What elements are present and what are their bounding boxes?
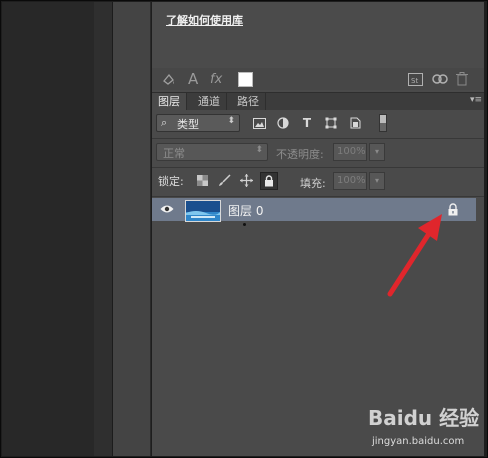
opacity-value: 100% — [337, 146, 366, 157]
panel-menu-icon[interactable]: ▾≡ — [470, 95, 482, 105]
smart-object-filter-icon[interactable] — [348, 116, 362, 130]
tab-layers[interactable]: 图层 — [152, 93, 187, 110]
tab-paths[interactable]: 路径 — [231, 93, 266, 110]
filter-type-value: 类型 — [177, 118, 199, 131]
updown-arrow-icon: ⬍ — [255, 145, 263, 155]
trash-icon[interactable] — [456, 71, 468, 87]
libraries-toolbar: A fx St — [152, 68, 484, 90]
filter-toggle-switch[interactable] — [379, 114, 387, 132]
divider — [152, 196, 484, 197]
blend-row: 正常 ⬍ 不透明度: 100% ▾ — [152, 139, 484, 167]
search-icon: ⌕ — [161, 116, 168, 129]
watermark-brand: Baidu 经验 — [368, 406, 480, 430]
shape-filter-icon[interactable] — [324, 116, 338, 130]
creative-cloud-icon[interactable] — [432, 71, 448, 87]
baidu-watermark: Baidu 经验 jingyan.baidu.com — [368, 398, 482, 454]
stock-icon[interactable]: St — [408, 71, 423, 87]
color-swatch-icon[interactable] — [238, 72, 253, 87]
cursor-dot — [243, 223, 246, 226]
collapsed-panel-strip — [113, 2, 151, 456]
lock-all-icon[interactable] — [260, 172, 278, 190]
learn-libraries-link[interactable]: 了解如何使用库 — [166, 12, 243, 28]
canvas-area — [2, 2, 94, 456]
opacity-label: 不透明度: — [276, 148, 324, 161]
lock-position-icon[interactable] — [238, 172, 254, 188]
layer-name[interactable]: 图层 0 — [228, 202, 263, 219]
lock-image-pixels-icon[interactable] — [216, 172, 232, 188]
type-filter-icon[interactable]: T — [300, 116, 314, 130]
layer-thumbnail[interactable] — [185, 200, 221, 222]
svg-text:St: St — [411, 77, 418, 85]
fill-label: 填充: — [300, 177, 326, 190]
filter-type-select[interactable]: ⌕ 类型 ⬍ — [156, 114, 240, 132]
fill-value: 100% — [337, 175, 366, 186]
character-style-icon[interactable]: A — [188, 70, 198, 88]
lock-row: 锁定: 填充: 100% ▾ — [152, 168, 484, 196]
eye-icon[interactable] — [160, 204, 174, 214]
updown-arrow-icon: ⬍ — [227, 116, 235, 126]
panel-divider[interactable] — [94, 2, 113, 456]
adjustment-filter-icon[interactable] — [276, 116, 290, 130]
fill-dropdown-button[interactable]: ▾ — [369, 172, 385, 190]
lock-label: 锁定: — [158, 175, 184, 188]
blend-mode-select[interactable]: 正常 ⬍ — [156, 143, 268, 161]
paint-bucket-icon[interactable] — [162, 71, 176, 87]
annotation-arrow-icon — [387, 214, 442, 297]
fill-field[interactable]: 100% — [333, 172, 367, 190]
watermark-url: jingyan.baidu.com — [372, 436, 465, 447]
tab-channels[interactable]: 通道 — [192, 93, 227, 110]
opacity-field[interactable]: 100% — [333, 143, 367, 161]
filter-row: ⌕ 类型 ⬍ T — [152, 110, 484, 138]
layers-tab-bar: 图层 通道 路径 ▾≡ — [152, 92, 484, 110]
image-filter-icon[interactable] — [252, 116, 266, 130]
blend-mode-value: 正常 — [163, 147, 185, 160]
lock-transparent-pixels-icon[interactable] — [194, 172, 210, 188]
opacity-dropdown-button[interactable]: ▾ — [369, 143, 385, 161]
layer-style-icon[interactable]: fx — [210, 71, 222, 87]
libraries-panel: 了解如何使用库 — [152, 2, 484, 68]
